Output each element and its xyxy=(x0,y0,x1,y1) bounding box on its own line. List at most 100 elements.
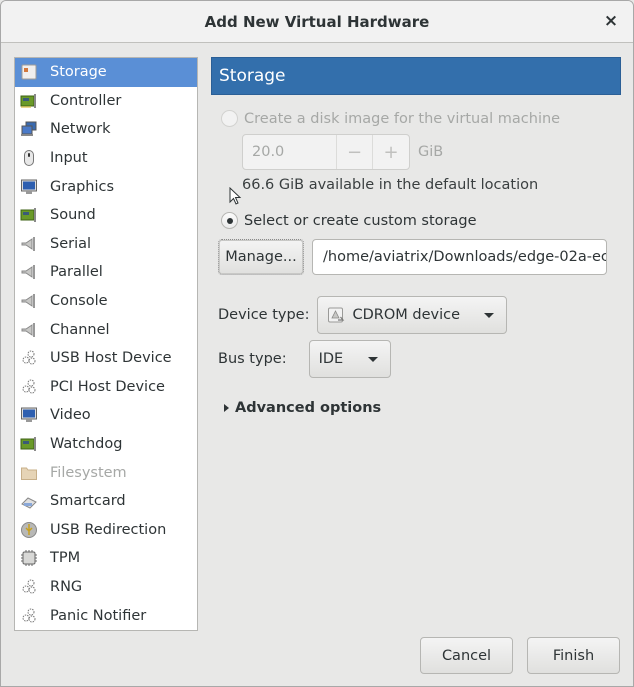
sidebar-item-label: Input xyxy=(50,150,88,167)
storage-icon xyxy=(20,63,38,81)
sidebar-item-label: Sound xyxy=(50,207,96,224)
console-port-icon xyxy=(20,292,38,310)
sidebar-item-label: Filesystem xyxy=(50,464,127,481)
usb-host-device-icon xyxy=(20,349,38,367)
mouse-icon xyxy=(20,149,38,167)
sidebar-item-label: RNG xyxy=(50,578,83,595)
network-icon xyxy=(20,120,38,138)
bus-type-dropdown[interactable]: IDE xyxy=(308,340,391,378)
storage-path-input[interactable]: /home/aviatrix/Downloads/edge-02a-ec xyxy=(312,239,607,275)
sidebar-item-smartcard[interactable]: Smartcard xyxy=(15,487,197,516)
available-space-text: 66.6 GiB available in the default locati… xyxy=(242,177,538,193)
sidebar-item-parallel[interactable]: Parallel xyxy=(15,258,197,287)
section-header: Storage xyxy=(211,57,621,95)
sidebar-item-graphics[interactable]: Graphics xyxy=(15,172,197,201)
panic-notifier-icon xyxy=(20,607,38,625)
sidebar-item-filesystem[interactable]: Filesystem xyxy=(15,458,197,487)
close-icon: × xyxy=(603,11,619,31)
sidebar-item-label: Watchdog xyxy=(50,436,123,453)
bus-type-row: Bus type: IDE xyxy=(218,340,391,378)
title-bar: Add New Virtual Hardware × xyxy=(1,1,633,43)
monitor-icon xyxy=(20,178,38,196)
device-type-label: Device type: xyxy=(218,307,310,323)
sidebar-item-label: TPM xyxy=(50,550,81,567)
sidebar-item-pci-host-device[interactable]: PCI Host Device xyxy=(15,373,197,402)
bus-type-label: Bus type: xyxy=(218,351,287,367)
storage-panel: Storage Create a disk image for the virt… xyxy=(211,57,621,617)
sidebar-item-label: Console xyxy=(50,293,108,310)
sound-card-icon xyxy=(20,206,38,224)
add-hardware-dialog: Add New Virtual Hardware × Storage Contro… xyxy=(0,0,634,687)
create-disk-label: Create a disk image for the virtual mach… xyxy=(244,110,561,127)
available-space-label: 66.6 GiB available in the default locati… xyxy=(242,177,539,193)
sidebar-item-watchdog[interactable]: Watchdog xyxy=(15,430,197,459)
sidebar-item-channel[interactable]: Channel xyxy=(15,315,197,344)
sidebar-item-label: Controller xyxy=(50,92,122,109)
sidebar-item-label: Storage xyxy=(50,64,107,81)
sidebar-item-label: Graphics xyxy=(50,178,115,195)
section-title: Storage xyxy=(219,66,286,86)
sidebar-item-sound[interactable]: Sound xyxy=(15,201,197,230)
sidebar-item-rng[interactable]: RNG xyxy=(15,573,197,602)
sidebar-item-label: Channel xyxy=(50,321,110,338)
sidebar-item-usb-host-device[interactable]: USB Host Device xyxy=(15,344,197,373)
manage-button[interactable]: Manage... xyxy=(218,239,304,275)
channel-port-icon xyxy=(20,321,38,339)
sidebar-item-storage[interactable]: Storage xyxy=(15,58,197,87)
sidebar-item-label: Network xyxy=(50,121,111,138)
sidebar-item-panic-notifier[interactable]: Panic Notifier xyxy=(15,601,197,630)
rng-icon xyxy=(20,578,38,596)
bus-type-value: IDE xyxy=(318,351,344,367)
video-icon xyxy=(20,406,38,424)
sidebar-item-serial[interactable]: Serial xyxy=(15,230,197,259)
folder-icon xyxy=(20,464,38,482)
sidebar-item-label: Panic Notifier xyxy=(50,607,147,624)
pci-host-device-icon xyxy=(20,378,38,396)
cdrom-icon xyxy=(327,306,345,324)
sidebar-item-video[interactable]: Video xyxy=(15,401,197,430)
disk-size-row: 20.0 − + GiB xyxy=(242,134,443,170)
dialog-title: Add New Virtual Hardware xyxy=(204,12,430,31)
device-type-dropdown[interactable]: CDROM device xyxy=(317,296,508,334)
sidebar-item-label: USB Redirection xyxy=(50,521,167,538)
close-button[interactable]: × xyxy=(601,11,621,31)
sidebar-item-network[interactable]: Network xyxy=(15,115,197,144)
chevron-down-icon xyxy=(367,356,378,362)
sidebar-item-label: Serial xyxy=(50,235,92,252)
sidebar-item-input[interactable]: Input xyxy=(15,144,197,173)
parallel-port-icon xyxy=(20,263,38,281)
disk-size-input[interactable]: 20.0 xyxy=(243,135,337,169)
controller-card-icon xyxy=(20,92,38,110)
sidebar-item-label: Video xyxy=(50,407,91,424)
increment-button[interactable]: + xyxy=(373,135,409,169)
sidebar-item-console[interactable]: Console xyxy=(15,287,197,316)
expander-arrow-icon xyxy=(224,404,229,412)
sidebar-item-usb-redirection[interactable]: USB Redirection xyxy=(15,516,197,545)
watchdog-icon xyxy=(20,435,38,453)
custom-storage-label: Select or create custom storage xyxy=(244,212,477,229)
custom-storage-option[interactable]: Select or create custom storage xyxy=(221,212,477,229)
cancel-button[interactable]: Cancel xyxy=(420,637,513,674)
decrement-button[interactable]: − xyxy=(337,135,373,169)
advanced-options-label: Advanced options xyxy=(235,400,382,416)
custom-storage-radio[interactable] xyxy=(221,212,238,229)
hardware-type-list: Storage Controller Network Input Graphics Sou… xyxy=(14,57,198,631)
sidebar-item-label: USB Host Device xyxy=(50,350,172,367)
finish-button[interactable]: Finish xyxy=(527,637,620,674)
sidebar-item-label: Parallel xyxy=(50,264,103,281)
smartcard-icon xyxy=(20,492,38,510)
chevron-down-icon xyxy=(484,312,495,318)
serial-port-icon xyxy=(20,235,38,253)
tpm-chip-icon xyxy=(20,549,38,567)
sidebar-item-controller[interactable]: Controller xyxy=(15,87,197,116)
disk-size-spinner[interactable]: 20.0 − + xyxy=(242,134,410,170)
mouse-pointer-icon xyxy=(229,187,242,205)
create-disk-option[interactable]: Create a disk image for the virtual mach… xyxy=(221,110,560,127)
storage-path-row: Manage... /home/aviatrix/Downloads/edge-… xyxy=(218,239,607,275)
sidebar-item-label: PCI Host Device xyxy=(50,378,165,395)
advanced-options-expander[interactable]: Advanced options xyxy=(224,400,381,416)
size-unit-label: GiB xyxy=(418,144,444,160)
device-type-row: Device type: CDROM device xyxy=(218,296,508,334)
sidebar-item-tpm[interactable]: TPM xyxy=(15,544,197,573)
create-disk-radio[interactable] xyxy=(221,110,238,127)
